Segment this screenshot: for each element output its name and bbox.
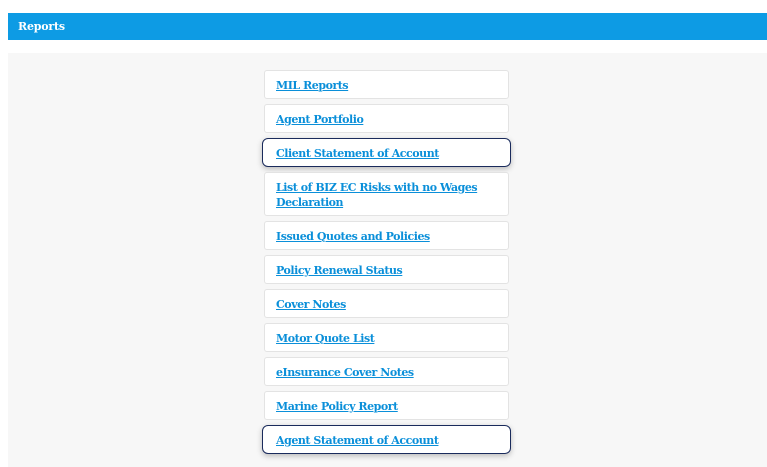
report-item-motor-quote-list[interactable]: Motor Quote List (264, 323, 509, 352)
report-item-policy-renewal-status[interactable]: Policy Renewal Status (264, 255, 509, 284)
report-link-issued-quotes-and-policies[interactable]: Issued Quotes and Policies (276, 230, 430, 243)
report-item-marine-policy-report[interactable]: Marine Policy Report (264, 391, 509, 420)
page-title: Reports (18, 20, 65, 33)
reports-panel: MIL Reports Agent Portfolio Client State… (8, 53, 767, 467)
report-link-motor-quote-list[interactable]: Motor Quote List (276, 332, 375, 345)
report-item-einsurance-cover-notes[interactable]: eInsurance Cover Notes (264, 357, 509, 386)
report-item-agent-statement-of-account[interactable]: Agent Statement of Account (262, 425, 511, 454)
report-item-client-statement-of-account[interactable]: Client Statement of Account (262, 138, 511, 167)
report-item-biz-ec-risks[interactable]: List of BIZ EC Risks with no Wages Decla… (264, 172, 509, 216)
reports-list: MIL Reports Agent Portfolio Client State… (262, 70, 511, 459)
report-link-mil-reports[interactable]: MIL Reports (276, 79, 349, 92)
reports-header-bar: Reports (8, 13, 767, 40)
report-link-marine-policy-report[interactable]: Marine Policy Report (276, 400, 398, 413)
report-link-agent-statement-of-account[interactable]: Agent Statement of Account (276, 434, 439, 447)
report-item-issued-quotes-and-policies[interactable]: Issued Quotes and Policies (264, 221, 509, 250)
report-link-biz-ec-risks[interactable]: List of BIZ EC Risks with no Wages Decla… (276, 181, 478, 209)
report-link-policy-renewal-status[interactable]: Policy Renewal Status (276, 264, 403, 277)
top-strip (0, 0, 767, 13)
report-item-agent-portfolio[interactable]: Agent Portfolio (264, 104, 509, 133)
report-link-cover-notes[interactable]: Cover Notes (276, 298, 346, 311)
report-link-client-statement-of-account[interactable]: Client Statement of Account (276, 147, 439, 160)
report-item-cover-notes[interactable]: Cover Notes (264, 289, 509, 318)
report-link-einsurance-cover-notes[interactable]: eInsurance Cover Notes (276, 366, 414, 379)
report-item-mil-reports[interactable]: MIL Reports (264, 70, 509, 99)
report-link-agent-portfolio[interactable]: Agent Portfolio (276, 113, 364, 126)
